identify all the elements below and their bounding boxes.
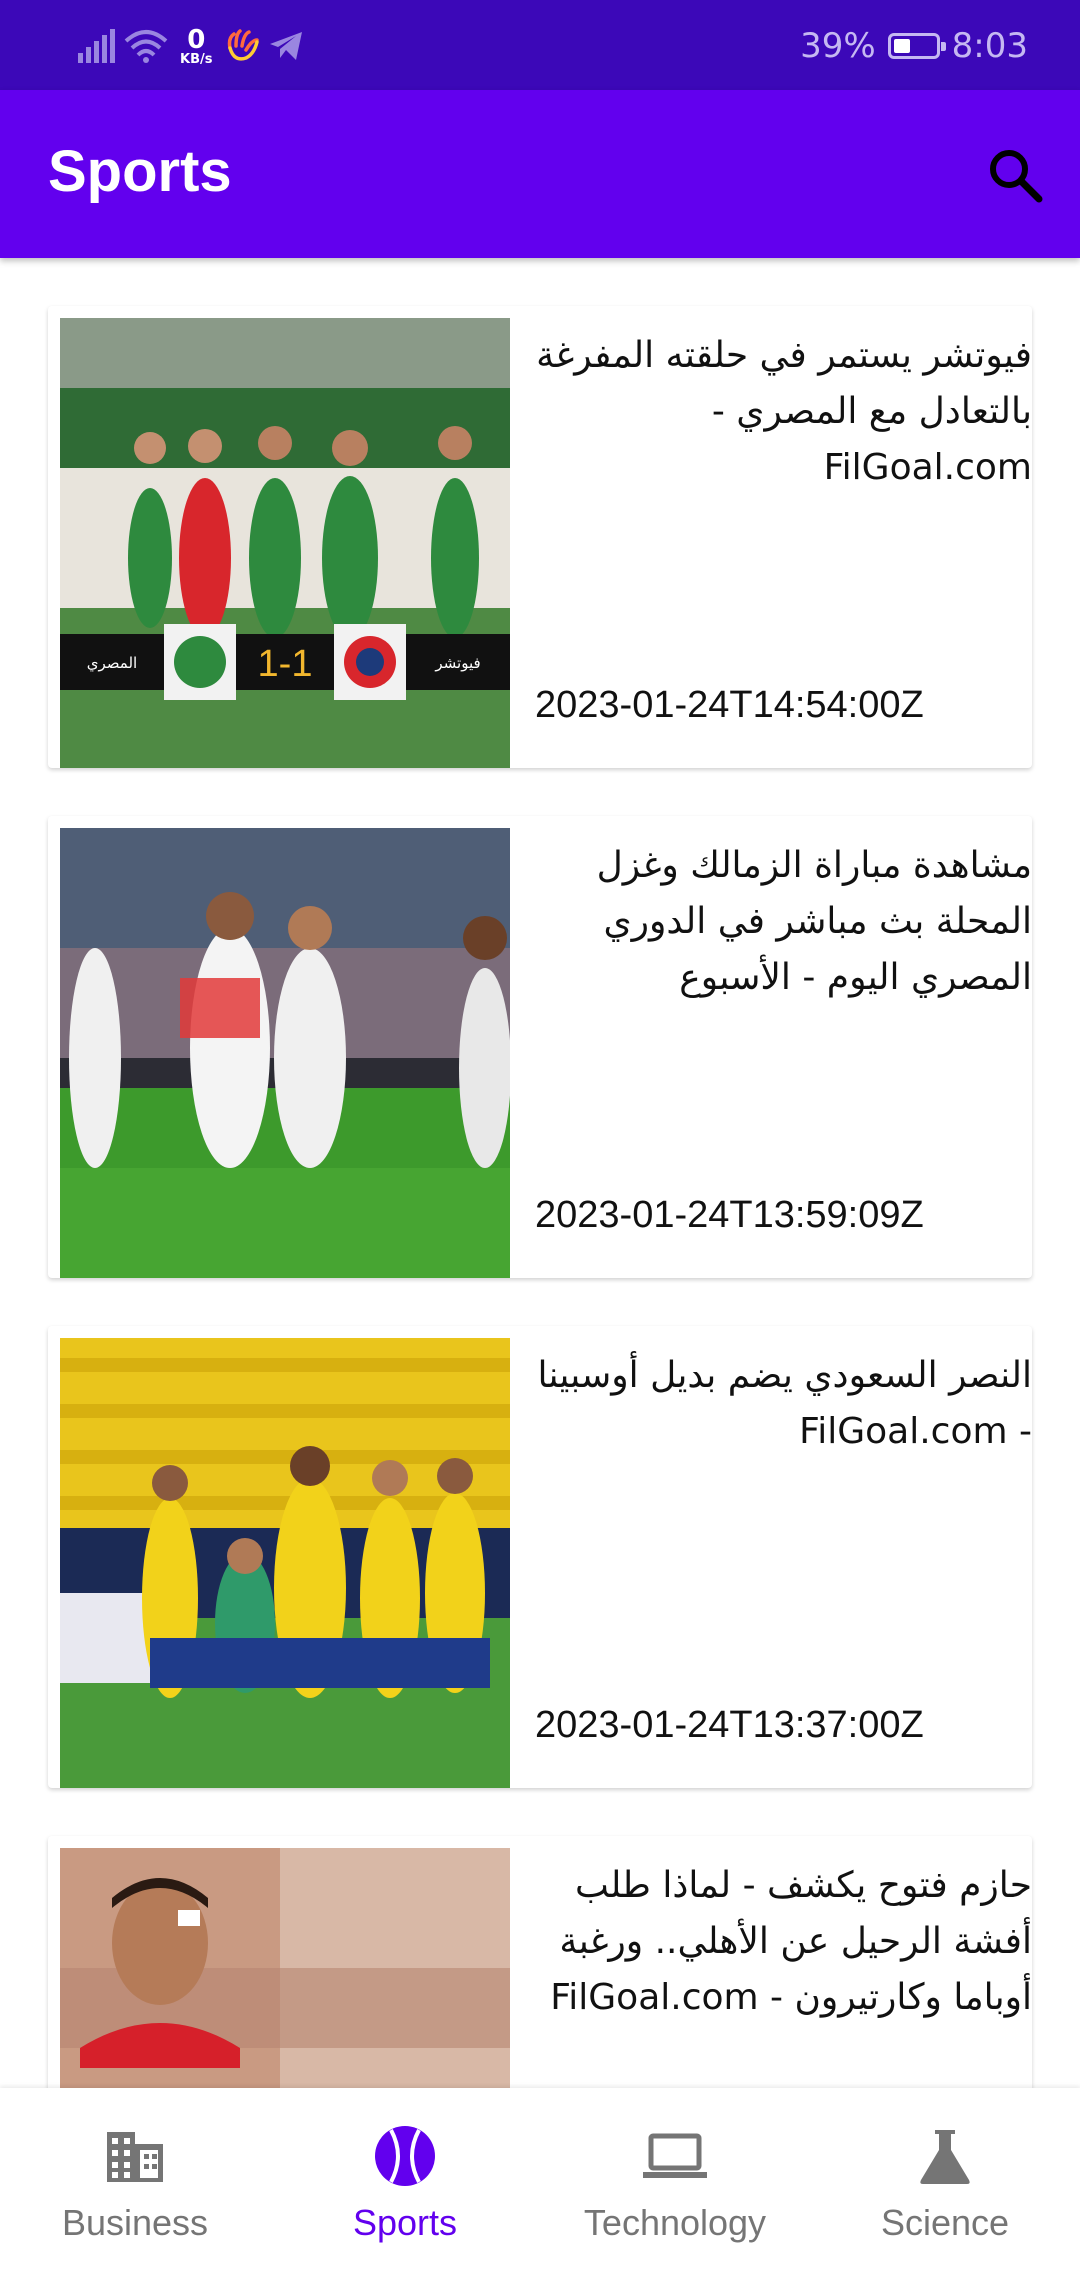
- network-speed-value: 0: [187, 24, 206, 55]
- news-card[interactable]: مشاهدة مباراة الزمالك وغزل المحلة بث مبا…: [48, 816, 1032, 1278]
- nav-item-sports[interactable]: Sports: [270, 2088, 540, 2280]
- news-card[interactable]: 1-1 المصري فيوتشر فيوتشر يستمر في حلقته …: [48, 306, 1032, 768]
- search-icon: [990, 150, 1043, 203]
- status-icons-left: 0 KB/s: [76, 22, 304, 70]
- nav-item-technology[interactable]: Technology: [540, 2088, 810, 2280]
- network-speed: 0 KB/s: [180, 27, 212, 66]
- hand-icon: [228, 29, 260, 61]
- news-list[interactable]: 1-1 المصري فيوتشر فيوتشر يستمر في حلقته …: [0, 258, 1080, 2088]
- telegram-icon: [270, 32, 303, 60]
- scoreboard-score: 1-1: [258, 643, 313, 685]
- scoreboard-team-left: المصري: [87, 654, 137, 673]
- nav-item-business[interactable]: Business: [0, 2088, 270, 2280]
- news-title: مشاهدة مباراة الزمالك وغزل المحلة بث مبا…: [596, 845, 1032, 998]
- news-thumbnail: [60, 1848, 510, 2088]
- building-icon: [107, 2132, 163, 2182]
- news-card[interactable]: حازم فتوح يكشف - لماذا طلب أفشة الرحيل ع…: [48, 1836, 1032, 2088]
- flask-icon: [920, 2130, 970, 2184]
- page-title: Sports: [48, 139, 232, 204]
- news-card[interactable]: النصر السعودي يضم بديل أوسبينا - FilGoal…: [48, 1326, 1032, 1788]
- network-speed-unit: KB/s: [180, 51, 213, 67]
- nav-item-science[interactable]: Science: [810, 2088, 1080, 2280]
- nav-label: Technology: [583, 2202, 767, 2243]
- clock: 8:03: [951, 26, 1028, 66]
- bottom-navigation: Business Sports Technology Science: [0, 2088, 1080, 2280]
- battery-icon: [887, 33, 946, 59]
- search-button[interactable]: [980, 140, 1050, 210]
- news-date: 2023-01-24T13:59:09Z: [535, 1194, 924, 1236]
- nav-label: Science: [880, 2202, 1010, 2243]
- laptop-icon: [643, 2133, 707, 2178]
- news-title: حازم فتوح يكشف - لماذا طلب أفشة الرحيل ع…: [550, 1865, 1032, 2018]
- news-title: النصر السعودي يضم بديل أوسبينا - FilGoal…: [537, 1355, 1032, 1452]
- news-date: 2023-01-24T13:37:00Z: [535, 1704, 924, 1746]
- nav-label: Sports: [352, 2202, 458, 2243]
- news-date: 2023-01-24T14:54:00Z: [535, 684, 924, 726]
- news-thumbnail: [60, 828, 510, 1278]
- signal-icon: [78, 29, 115, 63]
- sports-ball-icon: [375, 2126, 435, 2186]
- battery-fill: [893, 39, 910, 53]
- scoreboard-team-right: فيوتشر: [434, 654, 480, 672]
- app-bar: Sports: [0, 90, 1080, 258]
- status-bar: 0 KB/s 39% 8:03: [0, 0, 1080, 90]
- news-title: فيوتشر يستمر في حلقته المفرغة بالتعادل م…: [536, 335, 1032, 488]
- status-icons-right: 39% 8:03: [800, 22, 1028, 70]
- news-thumbnail: [60, 1338, 510, 1788]
- battery-percent: 39%: [800, 26, 876, 66]
- wifi-icon: [124, 30, 168, 63]
- news-thumbnail: 1-1 المصري فيوتشر: [60, 318, 510, 768]
- nav-label: Business: [61, 2202, 209, 2243]
